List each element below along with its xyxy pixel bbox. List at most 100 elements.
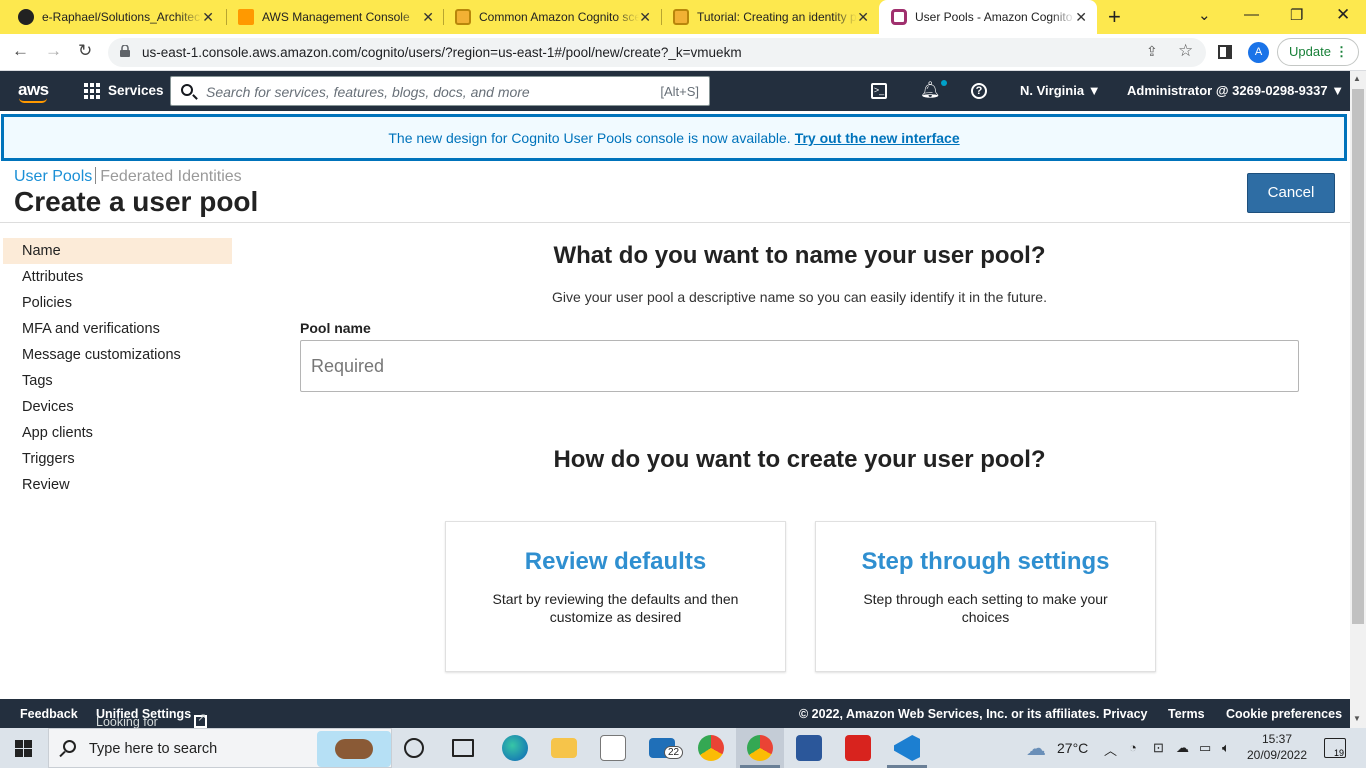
weather-icon[interactable]: ☁ <box>1026 736 1046 761</box>
cancel-button[interactable]: Cancel <box>1247 173 1335 213</box>
onedrive-icon[interactable]: ☁ <box>1176 740 1189 756</box>
step-app-clients[interactable]: App clients <box>3 420 232 446</box>
address-bar[interactable]: us-east-1.console.aws.amazon.com/cognito… <box>108 38 1206 67</box>
bookmark-star-icon[interactable]: ☆ <box>1178 41 1193 61</box>
step-attributes[interactable]: Attributes <box>3 264 232 290</box>
scroll-up-icon[interactable]: ▲ <box>1353 74 1361 83</box>
try-new-interface-link[interactable]: Try out the new interface <box>795 130 960 146</box>
tab-user-pools[interactable]: User Pools <box>14 168 92 185</box>
browser-tab-active[interactable]: User Pools - Amazon Cognito ✕ <box>879 0 1097 34</box>
chrome-profile-icon[interactable] <box>747 735 773 761</box>
store-icon[interactable] <box>600 735 626 761</box>
review-defaults-card[interactable]: Review defaults Start by reviewing the d… <box>445 521 786 672</box>
task-view-icon[interactable] <box>452 739 474 757</box>
search-placeholder: Search for services, features, blogs, do… <box>206 84 530 100</box>
step-message-customizations[interactable]: Message customizations <box>3 342 232 368</box>
bell-icon[interactable]: 🔔︎ <box>920 80 940 100</box>
back-arrow-icon[interactable]: ← <box>12 41 29 61</box>
tab-title: e-Raphael/Solutions_Architect <box>42 10 202 24</box>
touchpad-icon[interactable]: ⊡ <box>1153 740 1164 756</box>
window-close-icon[interactable]: ✕ <box>1336 5 1350 25</box>
time: 15:37 <box>1261 732 1293 746</box>
services-grid-icon[interactable] <box>84 83 100 99</box>
scrollbar-thumb[interactable] <box>1352 89 1364 624</box>
word-icon[interactable] <box>796 735 822 761</box>
review-defaults-button[interactable]: Review defaults <box>446 548 785 576</box>
privacy-link[interactable]: Privacy <box>1103 707 1147 721</box>
restore-icon[interactable]: ❐ <box>1290 6 1303 24</box>
step-through-settings-card[interactable]: Step through settings Step through each … <box>815 521 1156 672</box>
close-icon[interactable]: ✕ <box>202 9 214 26</box>
browser-tab[interactable]: Tutorial: Creating an identity pool ✕ <box>661 0 879 34</box>
close-icon[interactable]: ✕ <box>639 9 651 26</box>
step-tags[interactable]: Tags <box>3 368 232 394</box>
url-text[interactable]: us-east-1.console.aws.amazon.com/cognito… <box>142 45 742 60</box>
step-mfa-and-verifications[interactable]: MFA and verifications <box>3 316 232 342</box>
step-devices[interactable]: Devices <box>3 394 232 420</box>
browser-tab[interactable]: Common Amazon Cognito scenarios ✕ <box>443 0 661 34</box>
tab-search-icon[interactable]: ⌄ <box>1198 6 1211 24</box>
cortana-icon[interactable] <box>404 738 424 758</box>
aws-docs-icon <box>455 9 471 25</box>
close-icon[interactable]: ✕ <box>857 9 869 26</box>
region-selector[interactable]: N. Virginia ▼ <box>1020 83 1101 98</box>
cognito-icon <box>891 9 907 25</box>
browser-toolbar: ← → ↻ us-east-1.console.aws.amazon.com/c… <box>0 34 1366 71</box>
step-name[interactable]: Name <box>3 238 232 264</box>
account-menu[interactable]: Administrator @ 3269-0298-9337 ▼ <box>1127 83 1344 98</box>
pool-name-input[interactable] <box>300 340 1299 392</box>
cookie-preferences-link[interactable]: Cookie preferences <box>1226 707 1342 721</box>
acrobat-icon[interactable] <box>845 735 871 761</box>
taskbar-search[interactable]: Type here to search <box>48 728 392 768</box>
aws-logo[interactable]: aws <box>18 80 49 103</box>
scroll-down-icon[interactable]: ▼ <box>1353 714 1361 723</box>
step-review[interactable]: Review <box>3 472 232 498</box>
windows-taskbar: Type here to search 22 ☁ 27°C ︿ ◔ ⊡ ☁ ▭ … <box>0 728 1366 768</box>
close-icon[interactable]: ✕ <box>1075 9 1087 26</box>
caret-down-icon: ▼ <box>1331 83 1345 98</box>
file-explorer-icon[interactable] <box>551 738 577 758</box>
browser-tab[interactable]: AWS Management Console ✕ <box>226 0 444 34</box>
battery-icon[interactable]: ▭ <box>1199 740 1211 756</box>
step-through-settings-description: Step through each setting to make your c… <box>863 591 1108 625</box>
notifications-icon[interactable]: 19 <box>1324 738 1346 758</box>
minimize-icon[interactable]: — <box>1244 6 1259 23</box>
volume-icon[interactable]: 🔈︎ <box>1222 740 1230 756</box>
tab-federated-identities[interactable]: Federated Identities <box>100 168 241 185</box>
vscode-icon[interactable] <box>894 735 920 761</box>
notification-dot <box>941 80 947 86</box>
profile-avatar[interactable]: A <box>1248 42 1269 63</box>
tray-chevron-icon[interactable]: ︿ <box>1104 740 1117 759</box>
help-icon[interactable]: ? <box>971 83 987 99</box>
network-icon[interactable]: ◔ <box>1129 740 1137 755</box>
aws-logo-text: aws <box>18 80 49 99</box>
terms-link[interactable]: Terms <box>1168 707 1205 721</box>
step-policies[interactable]: Policies <box>3 290 232 316</box>
reload-icon[interactable]: ↻ <box>78 41 92 61</box>
browser-tab[interactable]: e-Raphael/Solutions_Architect ✕ <box>6 0 224 34</box>
share-icon[interactable]: ⇪ <box>1146 43 1158 60</box>
cloudshell-icon[interactable]: >_ <box>871 83 887 99</box>
chrome-icon[interactable] <box>698 735 724 761</box>
update-button[interactable]: Update ⋮ <box>1277 38 1359 66</box>
language-note: Looking for language selection? Find it … <box>96 707 208 771</box>
search-shortcut: [Alt+S] <box>660 84 699 99</box>
side-panel-icon[interactable] <box>1218 45 1232 59</box>
forward-arrow-icon[interactable]: → <box>45 41 62 61</box>
page-scrollbar[interactable]: ▲ ▼ <box>1350 71 1366 728</box>
close-icon[interactable]: ✕ <box>422 9 434 26</box>
console-footer: Feedback Looking for language selection?… <box>0 699 1350 771</box>
edge-icon[interactable] <box>502 735 528 761</box>
step-through-settings-button[interactable]: Step through settings <box>816 548 1155 576</box>
name-description: Give your user pool a descriptive name s… <box>552 289 1047 305</box>
services-menu[interactable]: Services <box>108 83 164 98</box>
pool-name-label: Pool name <box>300 320 371 336</box>
windows-start-icon[interactable] <box>15 740 32 757</box>
clock[interactable]: 15:37 20/09/2022 <box>1244 731 1310 763</box>
aws-search-input[interactable]: Search for services, features, blogs, do… <box>170 76 710 106</box>
copyright: © 2022, Amazon Web Services, Inc. or its… <box>799 707 1100 721</box>
new-tab-button[interactable]: + <box>1108 4 1121 30</box>
feedback-link[interactable]: Feedback <box>20 707 78 721</box>
step-triggers[interactable]: Triggers <box>3 446 232 472</box>
browser-tab-strip: e-Raphael/Solutions_Architect ✕ AWS Mana… <box>0 0 1366 34</box>
